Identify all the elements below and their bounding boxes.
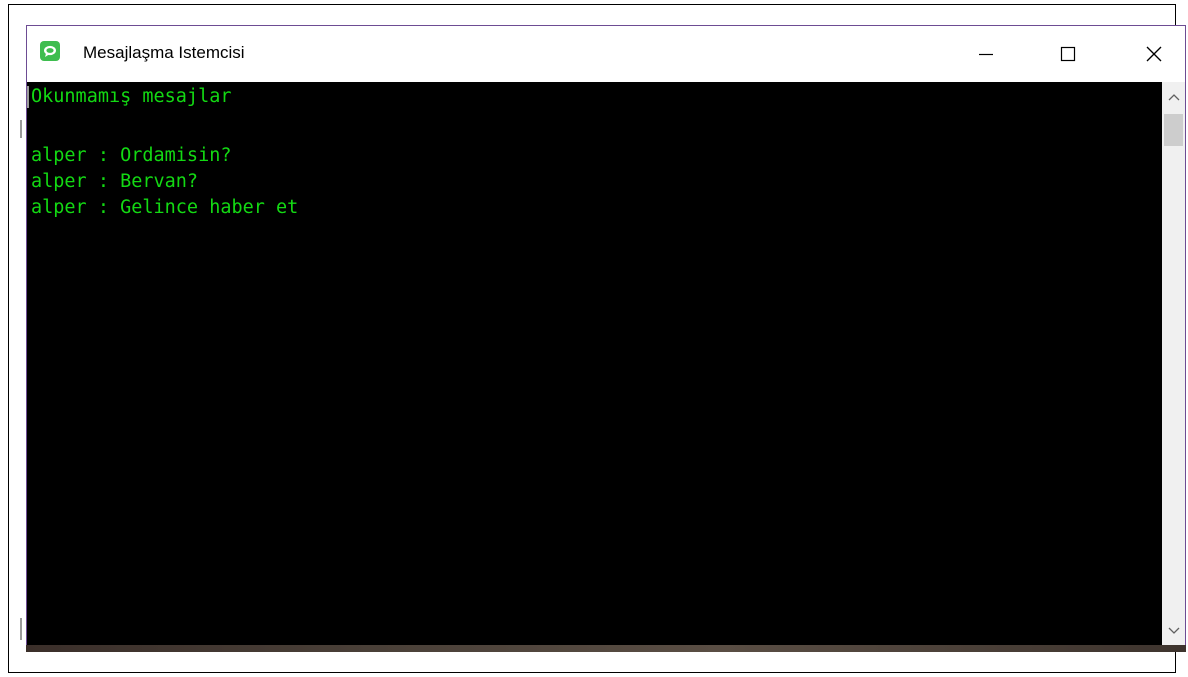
text-cursor (27, 86, 29, 108)
console-line-message: alper : Ordamisin? (31, 145, 232, 166)
maximize-icon (1060, 46, 1076, 62)
console-line-message: alper : Bervan? (31, 171, 199, 192)
close-icon (1146, 46, 1162, 62)
maximize-button[interactable] (1045, 26, 1091, 82)
scroll-up-button[interactable] (1162, 82, 1185, 112)
minimize-icon (979, 53, 993, 56)
chevron-down-icon (1168, 627, 1179, 634)
console-window: Mesajlaşma Istemcisi Okunmamış mesajlar … (26, 25, 1186, 651)
minimize-button[interactable] (963, 26, 1009, 82)
frame-marker (20, 618, 22, 640)
scroll-down-button[interactable] (1162, 616, 1185, 646)
title-bar[interactable]: Mesajlaşma Istemcisi (27, 26, 1185, 82)
window-title: Mesajlaşma Istemcisi (83, 43, 245, 62)
chevron-up-icon (1168, 94, 1179, 101)
console-line-message: alper : Gelince haber et (31, 197, 299, 218)
scroll-thumb[interactable] (1164, 114, 1183, 146)
desktop-background-strip (26, 645, 1186, 652)
console-output[interactable]: Okunmamış mesajlar alper : Ordamisin? al… (27, 82, 1162, 646)
close-button[interactable] (1131, 26, 1177, 82)
vertical-scrollbar[interactable] (1162, 82, 1185, 646)
console-line-heading: Okunmamış mesajlar (31, 86, 232, 107)
frame-marker (20, 120, 22, 138)
chat-bubble-icon (40, 41, 60, 61)
